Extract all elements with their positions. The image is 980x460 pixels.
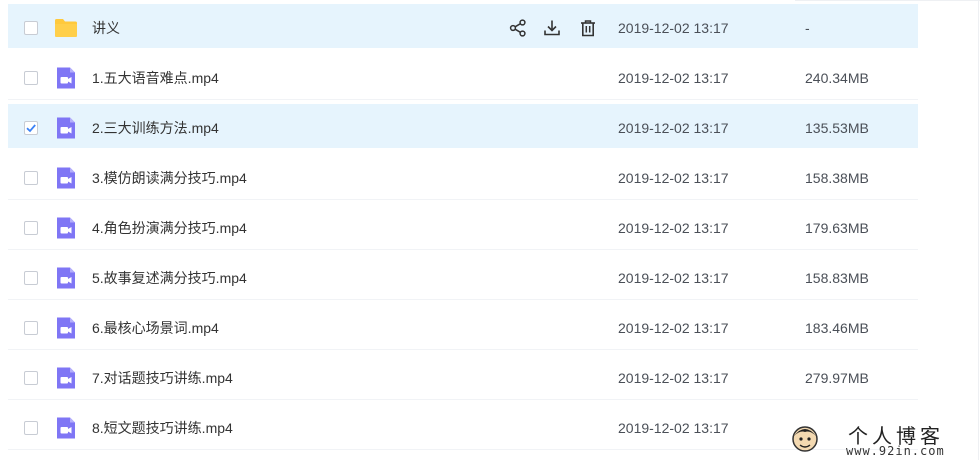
download-icon bbox=[544, 20, 560, 36]
file-name-link[interactable]: 6.最核心场景词.mp4 bbox=[92, 319, 219, 337]
video-file-icon bbox=[54, 216, 78, 240]
share-button[interactable] bbox=[508, 18, 528, 38]
modified-date: 2019-12-02 13:17 bbox=[618, 170, 729, 186]
checkmark-icon bbox=[26, 124, 36, 133]
modified-date: 2019-12-02 13:17 bbox=[618, 320, 729, 336]
file-row[interactable]: 5.故事复述满分技巧.mp4 2019-12-02 13:17 158.83MB bbox=[0, 250, 980, 300]
folder-icon bbox=[54, 16, 78, 40]
file-name-link[interactable]: 4.角色扮演满分技巧.mp4 bbox=[92, 219, 247, 237]
row-checkbox[interactable] bbox=[24, 321, 38, 335]
row-checkbox[interactable] bbox=[24, 71, 38, 85]
video-file-icon bbox=[54, 166, 78, 190]
video-file-icon bbox=[54, 416, 78, 440]
file-row[interactable]: 3.模仿朗读满分技巧.mp4 2019-12-02 13:17 158.38MB bbox=[0, 150, 980, 200]
file-row[interactable]: 6.最核心场景词.mp4 2019-12-02 13:17 183.46MB bbox=[0, 300, 980, 350]
file-size: - bbox=[805, 20, 810, 36]
row-divider bbox=[8, 449, 918, 450]
file-size: 135.53MB bbox=[805, 120, 869, 136]
file-name-link[interactable]: 1.五大语音难点.mp4 bbox=[92, 69, 219, 87]
row-checkbox[interactable] bbox=[24, 221, 38, 235]
video-file-icon bbox=[54, 116, 78, 140]
delete-button[interactable] bbox=[578, 18, 598, 38]
file-row[interactable]: 4.角色扮演满分技巧.mp4 2019-12-02 13:17 179.63MB bbox=[0, 200, 980, 250]
video-file-icon bbox=[54, 66, 78, 90]
file-name-link[interactable]: 8.短文题技巧讲练.mp4 bbox=[92, 419, 233, 437]
row-checkbox[interactable] bbox=[24, 171, 38, 185]
file-list: 讲义 2019-12-02 13:17 - 1.五大语音难点.mp4 2019-12-0… bbox=[0, 0, 980, 450]
modified-date: 2019-12-02 13:17 bbox=[618, 370, 729, 386]
modified-date: 2019-12-02 13:17 bbox=[618, 270, 729, 286]
file-name-link[interactable]: 7.对话题技巧讲练.mp4 bbox=[92, 369, 233, 387]
modified-date: 2019-12-02 13:17 bbox=[618, 120, 729, 136]
row-checkbox[interactable] bbox=[24, 21, 38, 35]
modified-date: 2019-12-02 13:17 bbox=[618, 420, 729, 436]
file-name-link[interactable]: 讲义 bbox=[92, 19, 120, 37]
modified-date: 2019-12-02 13:17 bbox=[618, 220, 729, 236]
file-size: 179.63MB bbox=[805, 220, 869, 236]
file-name-link[interactable]: 5.故事复述满分技巧.mp4 bbox=[92, 269, 247, 287]
file-size: 279.97MB bbox=[805, 370, 869, 386]
row-checkbox[interactable] bbox=[24, 271, 38, 285]
file-row[interactable]: 1.五大语音难点.mp4 2019-12-02 13:17 240.34MB bbox=[0, 50, 980, 100]
modified-date: 2019-12-02 13:17 bbox=[618, 70, 729, 86]
row-checkbox[interactable] bbox=[24, 371, 38, 385]
row-background bbox=[8, 4, 918, 48]
file-row[interactable]: 讲义 2019-12-02 13:17 - bbox=[0, 0, 980, 50]
file-name-link[interactable]: 3.模仿朗读满分技巧.mp4 bbox=[92, 169, 247, 187]
video-file-icon bbox=[54, 266, 78, 290]
file-row[interactable]: 7.对话题技巧讲练.mp4 2019-12-02 13:17 279.97MB bbox=[0, 350, 980, 400]
modified-date: 2019-12-02 13:17 bbox=[618, 20, 729, 36]
watermark-url: www.92in.com bbox=[846, 444, 945, 458]
file-row[interactable]: 2.三大训练方法.mp4 2019-12-02 13:17 135.53MB bbox=[0, 100, 980, 150]
file-name-link[interactable]: 2.三大训练方法.mp4 bbox=[92, 119, 219, 137]
file-size: 158.38MB bbox=[805, 170, 869, 186]
share-icon bbox=[509, 19, 526, 37]
watermark: 个人博客 www.92in.com bbox=[784, 414, 980, 460]
watermark-mascot-icon bbox=[792, 426, 818, 452]
video-file-icon bbox=[54, 316, 78, 340]
row-checkbox[interactable] bbox=[24, 421, 38, 435]
file-size: 158.83MB bbox=[805, 270, 869, 286]
download-button[interactable] bbox=[542, 18, 562, 38]
delete-icon bbox=[581, 20, 595, 37]
file-size: 183.46MB bbox=[805, 320, 869, 336]
video-file-icon bbox=[54, 366, 78, 390]
row-checkbox[interactable] bbox=[24, 121, 38, 135]
file-size: 240.34MB bbox=[805, 70, 869, 86]
